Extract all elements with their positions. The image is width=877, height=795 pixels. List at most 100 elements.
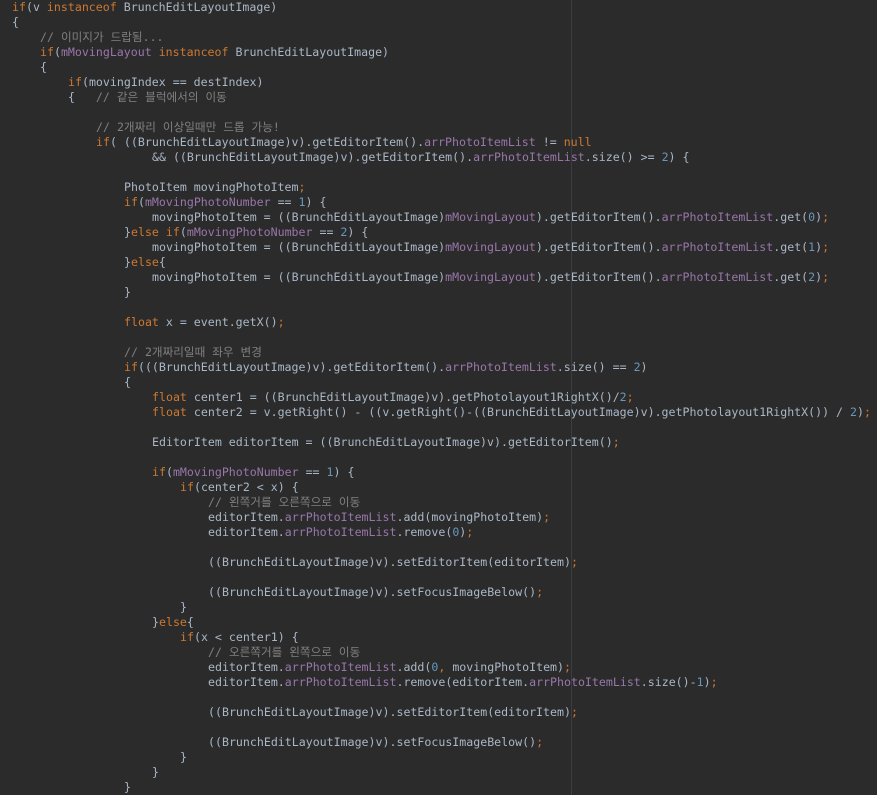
code-line[interactable]: } (12, 285, 131, 300)
code-token: ; (570, 555, 578, 569)
code-line[interactable]: if(mMovingLayout instanceof BrunchEditLa… (12, 45, 389, 60)
code-token: { (186, 615, 194, 629)
code-line[interactable]: } (12, 600, 187, 615)
code-line[interactable]: editorItem.arrPhotoItemList.add(movingPh… (12, 510, 550, 525)
code-token: EditorItem editorItem = ((BrunchEditLayo… (152, 435, 613, 449)
code-line[interactable]: editorItem. arrPhotoItemList.remove(edito… (12, 675, 718, 690)
code-line[interactable]: float x = event.getX(); (12, 315, 285, 330)
code-line[interactable]: { (12, 60, 47, 75)
code-line[interactable]: { (12, 15, 19, 30)
code-token: .get( (773, 210, 809, 224)
code-token: mMovingPhotoNumber (186, 225, 313, 239)
code-token: BrunchEditLayoutImage) (228, 45, 390, 59)
code-editor[interactable]: if(v instanceof BrunchEditLayoutImage){/… (0, 0, 877, 795)
code-line[interactable]: EditorItem editorItem = ((BrunchEditLayo… (12, 435, 620, 450)
code-line[interactable]: if(center2 < x) { (12, 480, 299, 495)
code-line[interactable]: if(mMovingPhotoNumber == 1) { (12, 465, 354, 480)
code-token: { (158, 255, 166, 269)
code-line[interactable]: && ((BrunchEditLayoutImage)v).getEditorI… (12, 150, 690, 165)
code-token: if (180, 630, 194, 644)
code-token: editorItem. (208, 675, 285, 689)
code-token: .size() >= (584, 150, 662, 164)
code-token: // 2개짜리 이상일때만 드롭 가능! (96, 120, 280, 134)
code-token: 2 (850, 405, 857, 419)
code-token: null (563, 135, 592, 149)
code-line[interactable]: } (12, 750, 187, 765)
code-line[interactable]: movingPhotoItem = ((BrunchEditLayoutImag… (12, 240, 829, 255)
code-token: ((BrunchEditLayoutImage)v).setFocusImage… (208, 735, 537, 749)
code-token: 2 (633, 360, 641, 374)
code-line[interactable]: }else if(mMovingPhotoNumber == 2) { (12, 225, 368, 240)
code-token: ; (863, 405, 871, 419)
code-token: } (152, 765, 159, 779)
code-line[interactable]: { // 같은 블럭에서의 이동 (12, 90, 227, 105)
code-token: 1 (298, 195, 306, 209)
code-line[interactable]: movingPhotoItem = ((BrunchEditLayoutImag… (12, 210, 829, 225)
code-token: ; (564, 660, 571, 674)
code-line[interactable]: if(((BrunchEditLayoutImage)v).getEditorI… (12, 360, 648, 375)
code-line[interactable]: if(x < center1) { (12, 630, 299, 645)
code-token: (movingIndex == destIndex) (81, 75, 264, 89)
code-token: ) { (347, 225, 369, 239)
code-token: ; (536, 585, 544, 599)
code-line[interactable]: // 오른쪽거를 왼쪽으로 이동 (12, 645, 360, 660)
code-token: 2 (661, 150, 669, 164)
code-line[interactable]: if(mMovingPhotoNumber == 1) { (12, 195, 326, 210)
code-line[interactable]: } (12, 780, 131, 795)
code-token: instanceof (46, 0, 117, 14)
code-token: PhotoItem movingPhotoItem (124, 180, 299, 194)
code-line[interactable]: // 왼쪽거를 오른쪽으로 이동 (12, 495, 360, 510)
code-token: // 오른쪽거를 왼쪽으로 이동 (208, 645, 361, 659)
code-token: BrunchEditLayoutImage) (116, 0, 278, 14)
code-line[interactable]: if(movingIndex == destIndex) (12, 75, 263, 90)
code-token: ) (640, 360, 648, 374)
code-token: ; (277, 315, 285, 329)
code-token: .get( (773, 270, 809, 284)
code-line[interactable]: ((BrunchEditLayoutImage)v).setFocusImage… (12, 735, 543, 750)
code-line[interactable]: }else{ (12, 615, 194, 630)
code-line[interactable]: // 2개짜리일때 좌우 변경 (12, 345, 262, 360)
code-line[interactable]: float center1 = ((BrunchEditLayoutImage)… (12, 390, 634, 405)
code-token: ; (710, 675, 718, 689)
code-token: mMovingLayout (445, 270, 536, 284)
code-line[interactable]: // 2개짜리 이상일때만 드롭 가능! (12, 120, 280, 135)
code-line[interactable]: } (12, 765, 159, 780)
code-token: arrPhotoItemList (473, 150, 585, 164)
code-token: mMovingPhotoNumber (144, 195, 271, 209)
code-line[interactable]: PhotoItem movingPhotoItem; (12, 180, 306, 195)
code-line[interactable]: ((BrunchEditLayoutImage)v).setEditorItem… (12, 705, 578, 720)
code-token: arrPhotoItemList (661, 210, 774, 224)
code-token: .remove( (396, 525, 453, 539)
code-token: { (124, 375, 131, 389)
code-line[interactable]: ((BrunchEditLayoutImage)v).setFocusImage… (12, 585, 543, 600)
code-line[interactable]: }else{ (12, 255, 166, 270)
code-token: 1 (696, 675, 704, 689)
code-token: center1 = ((BrunchEditLayoutImage)v).get… (186, 390, 620, 404)
code-line[interactable]: editorItem.arrPhotoItemList.add(0, movin… (12, 660, 571, 675)
code-line[interactable]: if(v instanceof BrunchEditLayoutImage) (12, 0, 277, 15)
code-token: ) { (333, 465, 355, 479)
code-token: ).getEditorItem(). (535, 210, 662, 224)
code-token: // 이미지가 드랍됨... (40, 30, 164, 44)
code-line[interactable]: float center2 = v.getRight() - ((v.getRi… (12, 405, 871, 420)
code-token: ).getEditorItem(). (535, 240, 662, 254)
code-line[interactable]: if( ((BrunchEditLayoutImage)v).getEditor… (12, 135, 592, 150)
code-token: ; (570, 705, 578, 719)
code-token: movingPhotoItem = ((BrunchEditLayoutImag… (152, 210, 446, 224)
code-token: arrPhotoItemList (661, 240, 774, 254)
code-token: else (158, 615, 187, 629)
code-token: arrPhotoItemList (284, 660, 397, 674)
code-line[interactable]: editorItem.arrPhotoItemList.remove(0); (12, 525, 473, 540)
code-token: // 왼쪽거를 오른쪽으로 이동 (208, 495, 361, 509)
code-line[interactable]: ((BrunchEditLayoutImage)v).setEditorItem… (12, 555, 578, 570)
code-line[interactable]: { (12, 375, 131, 390)
code-token: movingPhotoItem = ((BrunchEditLayoutImag… (152, 270, 446, 284)
code-token: ( (53, 45, 61, 59)
code-token: if (124, 195, 138, 209)
code-token: .remove(editorItem. (396, 675, 530, 689)
code-token: ) { (668, 150, 690, 164)
code-token: arrPhotoItemList (529, 675, 641, 689)
code-line[interactable]: // 이미지가 드랍됨... (12, 30, 164, 45)
code-line[interactable]: movingPhotoItem = ((BrunchEditLayoutImag… (12, 270, 829, 285)
